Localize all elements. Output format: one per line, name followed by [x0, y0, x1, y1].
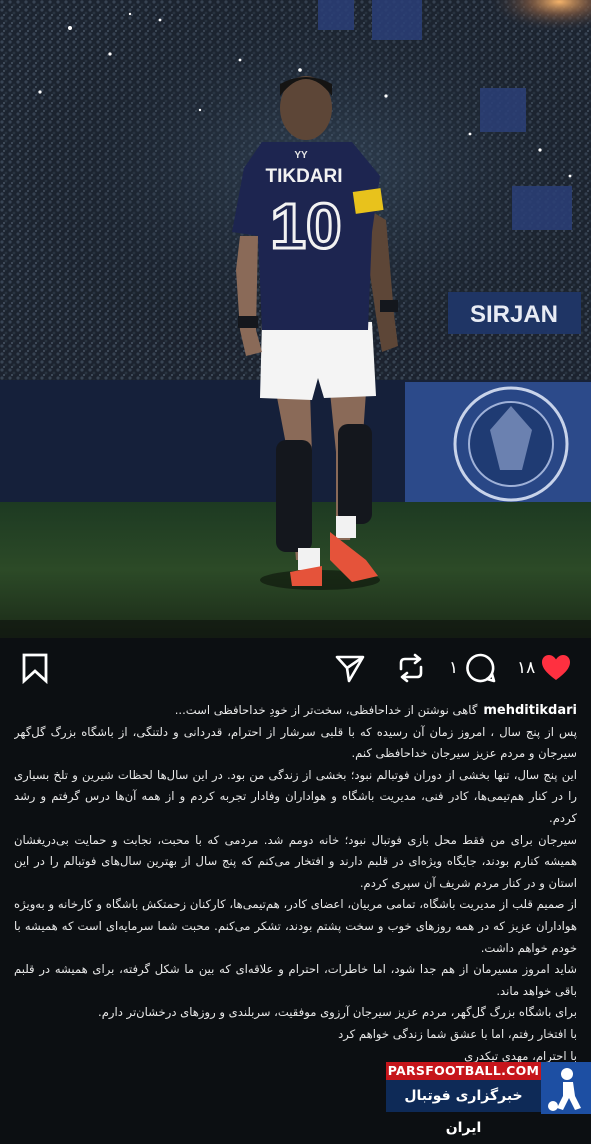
- caption-paragraph: mehditikdariگاهی نوشتن از خداحافظی، سخت‌…: [174, 703, 577, 718]
- post-caption: mehditikdariگاهی نوشتن از خداحافظی، سخت‌…: [14, 700, 577, 1114]
- caption-paragraph: این پنج سال، تنها بخشی از دوران فوتبالم …: [14, 767, 577, 825]
- username-link[interactable]: mehditikdari: [483, 703, 577, 718]
- bookmark-icon[interactable]: [19, 652, 51, 685]
- sirjan-board: SIRJAN: [448, 292, 581, 334]
- parsfootball-logo-icon: [541, 1062, 591, 1114]
- club-crest: [453, 386, 569, 502]
- parsfootball-watermark: PARSFOOTBALL.COM خبرگزاری فوتبال ایران: [386, 1062, 591, 1136]
- jersey-name: TIKDARI: [265, 166, 342, 187]
- likes-count: ۱۸: [517, 658, 536, 678]
- post-actions-bar: ۱ ۱۸: [0, 638, 591, 700]
- ad-board-text: SIRJAN: [470, 301, 558, 328]
- watermark-tagline: خبرگزاری فوتبال ایران: [386, 1080, 541, 1136]
- caption-paragraph: با افتخار رفتم، اما با عشق شما زندگی خوا…: [338, 1026, 577, 1041]
- comments-count: ۱: [449, 658, 459, 678]
- heart-icon[interactable]: [540, 652, 572, 684]
- caption-paragraph: شاید امروز مسیرمان از هم جدا شود، اما خا…: [14, 962, 577, 998]
- caption-paragraph: سیرجان برای من فقط محل بازی فوتبال نبود؛…: [14, 832, 577, 890]
- repost-icon[interactable]: [395, 652, 427, 684]
- post-photo[interactable]: SIRJAN YY TIKDARI 10: [0, 0, 591, 638]
- caption-paragraph: برای باشگاه بزرگ گل‌گهر، مردم عزیز سیرجا…: [98, 1005, 577, 1020]
- comment-icon[interactable]: [465, 652, 497, 684]
- caption-paragraph: پس از پنج سال ، امروز زمان آن رسیده که ب…: [14, 724, 577, 761]
- jersey-number: 10: [270, 190, 341, 262]
- watermark-site: PARSFOOTBALL.COM: [386, 1062, 541, 1080]
- caption-paragraph: از صمیم قلب از مدیریت باشگاه، تمامی مربی…: [14, 897, 577, 955]
- share-icon[interactable]: [334, 652, 366, 684]
- jersey-crest: YY: [294, 150, 308, 161]
